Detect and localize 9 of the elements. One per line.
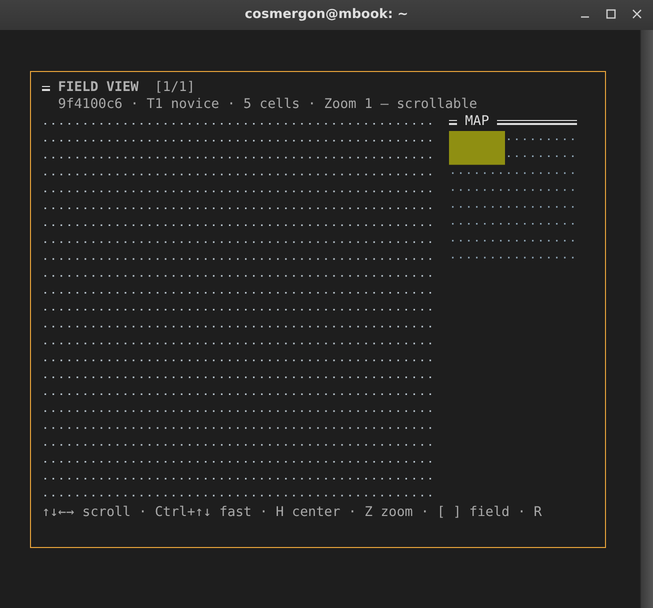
window-title: cosmergon@mbook: ~ [244,6,408,24]
panel-title: FIELD VIEW [58,80,139,97]
panel-subtitle: 9f4100c6 · T1 novice · 5 cells · Zoom 1 — scrollable [58,96,478,114]
page-indicator: [1/1] [154,80,195,97]
maximize-icon[interactable] [605,8,617,20]
key-hints: ↑↓←→ scroll · Ctrl+↑↓ fast · H center · Z zoom · [ ] field · R [42,504,543,522]
scrollbar[interactable] [640,30,653,608]
close-icon[interactable] [631,8,643,20]
map-title: MAP [464,114,490,131]
